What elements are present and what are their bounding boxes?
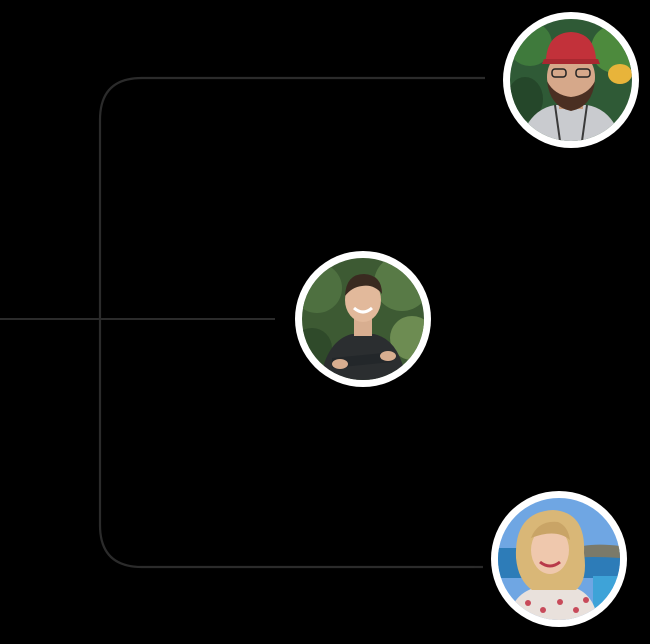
avatar-middle[interactable] [295,251,431,387]
org-chart-diagram [0,0,650,644]
avatar-bottom[interactable] [491,491,627,627]
avatar-top[interactable] [503,12,639,148]
portrait-young-man-smiling [302,258,424,380]
portrait-man-red-cap [510,19,632,141]
portrait-woman-blonde-seaside [498,498,620,620]
